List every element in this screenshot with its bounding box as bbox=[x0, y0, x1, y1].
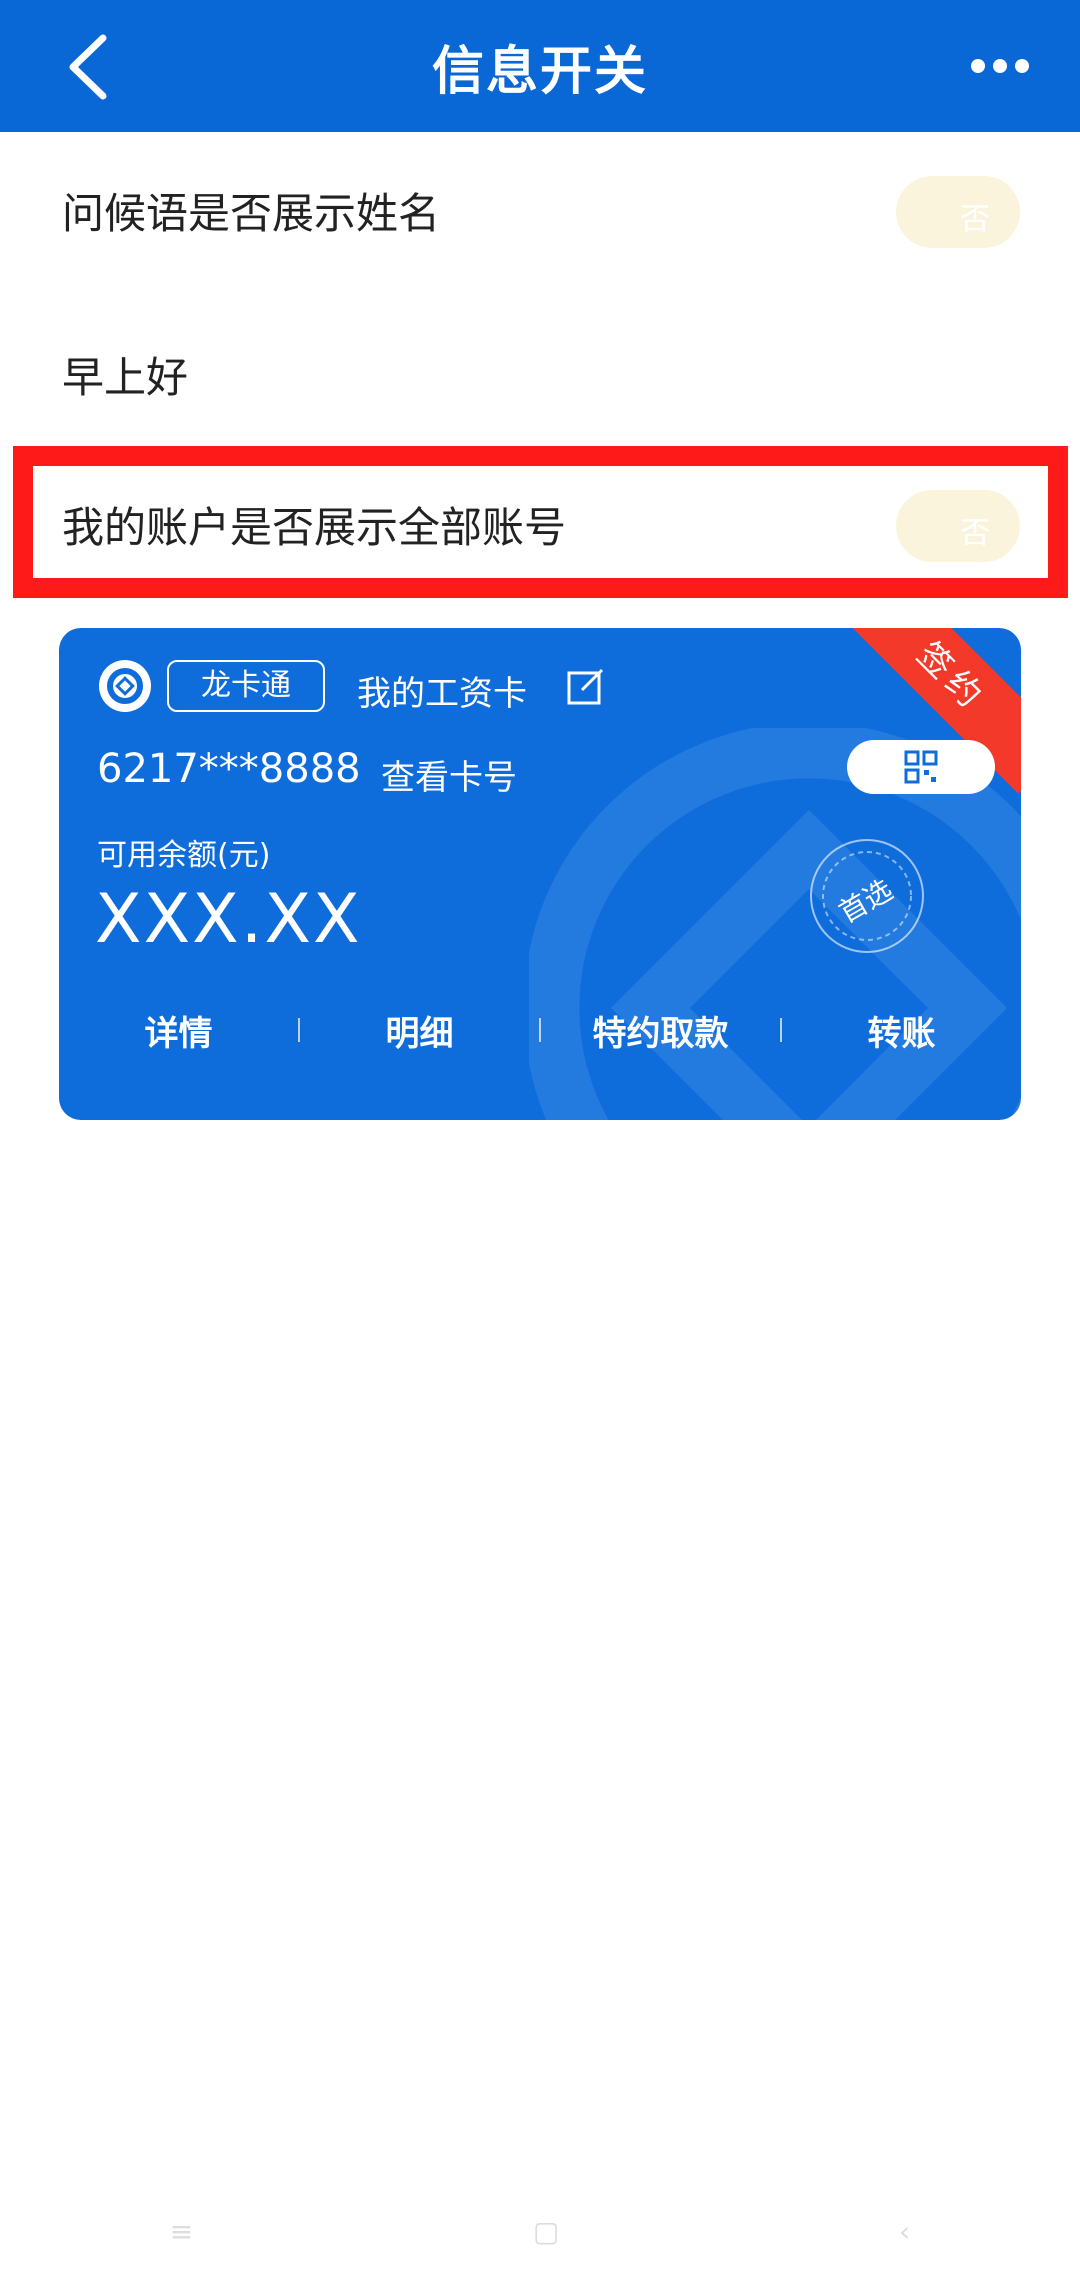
top-bar: 信息开关 bbox=[0, 0, 1080, 132]
toggle-state-text: 否 bbox=[960, 202, 990, 237]
greeting-preview: 早上好 bbox=[62, 353, 189, 402]
card-brand-badge: 龙卡通 bbox=[167, 660, 325, 712]
balance-value: XXX.XX bbox=[95, 880, 362, 959]
transfer-button[interactable]: 转账 bbox=[782, 1006, 1021, 1055]
transactions-button[interactable]: 明细 bbox=[300, 1006, 539, 1055]
home-nav-icon[interactable]: ▢ bbox=[533, 2215, 559, 2248]
details-button[interactable]: 详情 bbox=[59, 1006, 298, 1055]
show-all-accounts-toggle[interactable]: 否 bbox=[896, 490, 1020, 562]
setting-row-show-all-accounts: 我的账户是否展示全部账号 否 bbox=[0, 460, 1080, 584]
greeting-name-toggle[interactable]: 否 bbox=[896, 176, 1020, 248]
system-nav-bar: ≡ ▢ ‹ bbox=[0, 2201, 1080, 2261]
setting-label: 我的账户是否展示全部账号 bbox=[62, 503, 567, 552]
preferred-stamp: 首选 bbox=[807, 836, 927, 956]
card-actions: 详情 明细 特约取款 转账 bbox=[59, 1000, 1021, 1060]
bank-logo-icon bbox=[99, 660, 151, 712]
greeting-preview-row: 早上好 bbox=[0, 320, 1080, 420]
balance-label: 可用余额(元) bbox=[97, 838, 271, 873]
account-card[interactable]: 龙卡通 我的工资卡 签约 6217***8888 查看卡号 可用余额(元) XX… bbox=[59, 628, 1021, 1120]
more-button[interactable] bbox=[960, 36, 1040, 96]
special-withdrawal-button[interactable]: 特约取款 bbox=[541, 1006, 780, 1055]
view-card-number-link[interactable]: 查看卡号 bbox=[381, 750, 517, 799]
page-title: 信息开关 bbox=[431, 41, 648, 102]
more-dots-icon bbox=[971, 59, 1029, 73]
chevron-left-icon bbox=[69, 34, 107, 100]
menu-nav-icon[interactable]: ≡ bbox=[170, 2215, 193, 2248]
qr-code-icon bbox=[904, 750, 938, 784]
setting-label: 问候语是否展示姓名 bbox=[62, 189, 441, 238]
toggle-state-text: 否 bbox=[960, 516, 990, 551]
card-number: 6217***8888 bbox=[97, 746, 361, 792]
card-name: 我的工资卡 bbox=[357, 674, 527, 714]
setting-row-greeting-name: 问候语是否展示姓名 否 bbox=[0, 132, 1080, 282]
back-nav-icon[interactable]: ‹ bbox=[899, 2215, 910, 2248]
back-button[interactable] bbox=[52, 32, 122, 102]
edit-icon[interactable] bbox=[566, 666, 606, 706]
qr-code-button[interactable] bbox=[847, 740, 995, 794]
